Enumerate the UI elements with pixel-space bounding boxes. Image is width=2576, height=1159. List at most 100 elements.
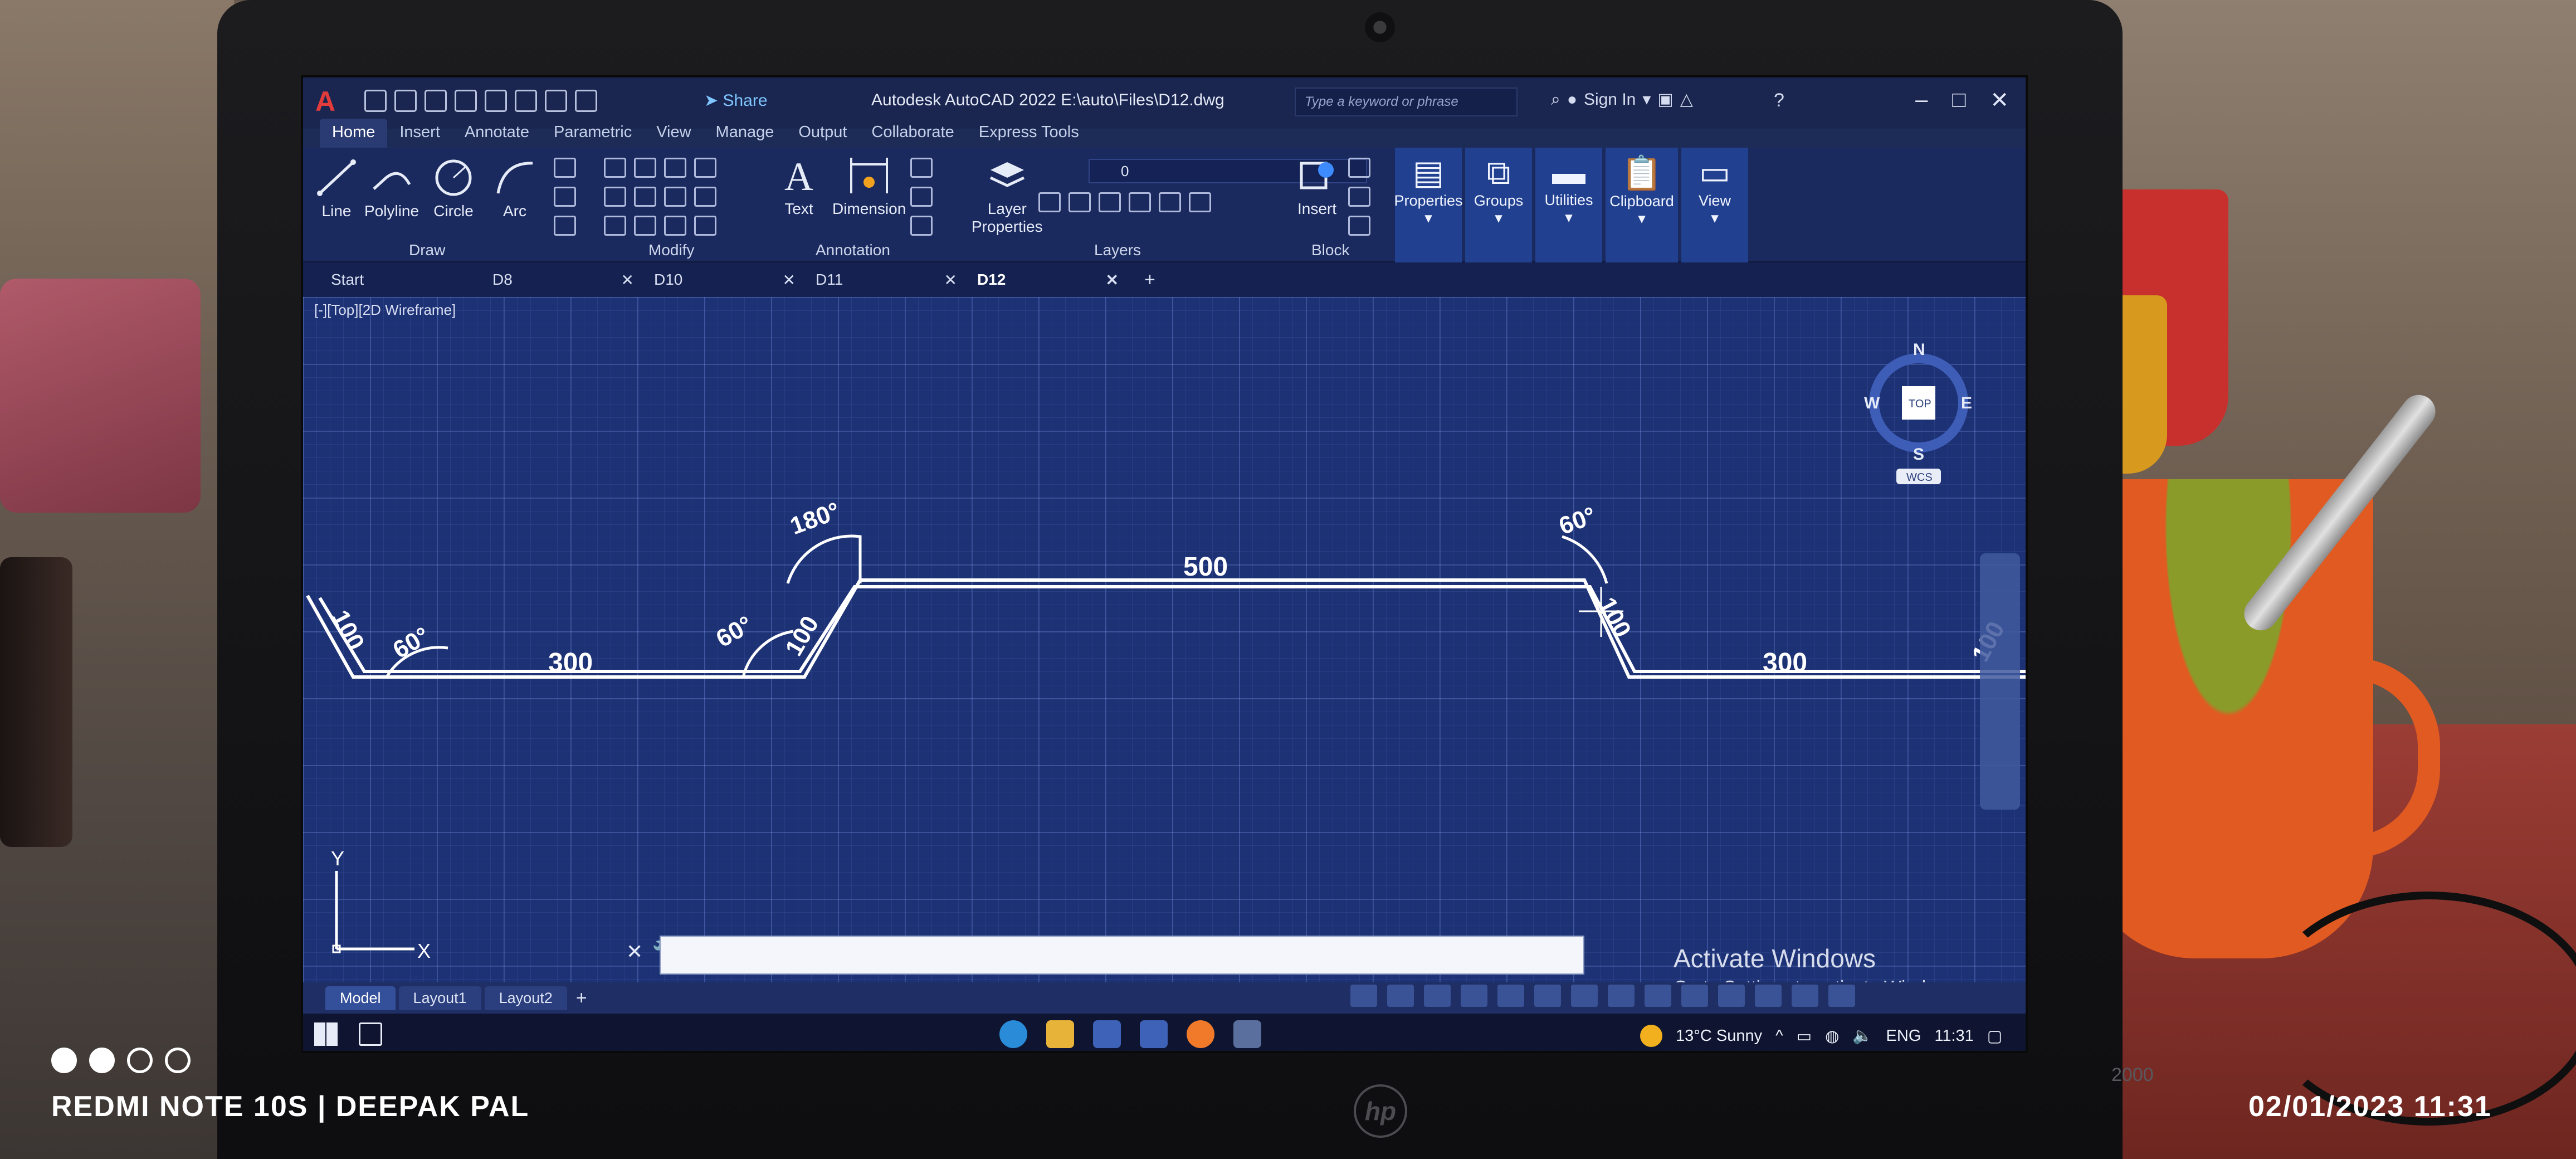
cart-icon[interactable]: ▣ <box>1657 90 1673 109</box>
grid-toggle-icon[interactable] <box>1387 985 1414 1007</box>
tab-home[interactable]: Home <box>320 119 388 148</box>
close-icon[interactable]: ✕ <box>626 940 643 963</box>
utilities-button[interactable]: ▬ Utilities ▾ <box>1535 148 1602 262</box>
modify-panel-label[interactable]: Modify <box>648 241 694 259</box>
firefox-icon[interactable] <box>1187 1020 1214 1048</box>
task-view-icon[interactable] <box>359 1022 382 1046</box>
store-icon[interactable] <box>1093 1020 1121 1048</box>
autocad-logo-icon[interactable]: A <box>315 85 350 120</box>
tab-insert[interactable]: Insert <box>387 119 452 148</box>
edge-icon[interactable] <box>999 1020 1027 1048</box>
viewcube-icon[interactable]: TOP N S W E WCS <box>1863 342 1974 486</box>
volume-icon[interactable]: 🔈 <box>1852 1026 1872 1045</box>
viewcube-south-label[interactable]: S <box>1913 445 1924 464</box>
help-icon[interactable]: ? <box>1774 90 1784 111</box>
edit-attributes-icon[interactable] <box>1348 216 1370 236</box>
osnap-toggle-icon[interactable] <box>1534 985 1561 1007</box>
block-panel-label[interactable]: Block <box>1311 241 1349 259</box>
tab-manage[interactable]: Manage <box>704 119 787 148</box>
dimension-button[interactable]: Dimension <box>832 153 906 218</box>
close-icon[interactable]: ✕ <box>783 271 796 289</box>
make-current-icon[interactable] <box>1159 192 1181 212</box>
layer-freeze-icon[interactable] <box>1099 192 1121 212</box>
tab-d11[interactable]: D11 ✕ <box>816 271 977 289</box>
sign-in-button[interactable]: ⌕ ● Sign In ▾ ▣ △ <box>1551 90 1693 109</box>
array-icon[interactable] <box>664 216 686 236</box>
navigation-bar[interactable] <box>1980 553 2020 810</box>
model-space-toggle[interactable] <box>1350 985 1377 1007</box>
groups-button[interactable]: ⧉ Groups ▾ <box>1465 148 1532 262</box>
close-icon[interactable]: ✕ <box>1106 271 1119 289</box>
open-icon[interactable] <box>394 90 417 112</box>
search-icon[interactable]: ⌕ <box>1551 90 1560 109</box>
tab-annotate[interactable]: Annotate <box>452 119 541 148</box>
new-icon[interactable] <box>364 90 387 112</box>
mirror-icon[interactable] <box>634 187 656 207</box>
erase-icon[interactable] <box>694 158 716 178</box>
undo-icon[interactable] <box>545 90 567 112</box>
chevron-down-icon[interactable]: ▾ <box>1642 90 1651 109</box>
clock[interactable]: 11:31 <box>1934 1027 1973 1045</box>
tab-start[interactable]: Start <box>331 271 492 289</box>
chevron-up-icon[interactable]: ^ <box>1775 1027 1783 1045</box>
autodesk-app-icon[interactable]: △ <box>1680 90 1693 109</box>
file-explorer-icon[interactable] <box>1046 1020 1074 1048</box>
notification-icon[interactable]: ▢ <box>1987 1026 2002 1046</box>
save-icon[interactable] <box>425 90 447 112</box>
drawing-canvas[interactable]: [-][Top][2D Wireframe] 100 60° 300 60° 1… <box>303 297 2026 997</box>
viewcube-west-label[interactable]: W <box>1864 394 1880 412</box>
add-layout-plus-icon[interactable]: + <box>576 987 587 1009</box>
offset-icon[interactable] <box>694 216 716 236</box>
layer-off-icon[interactable] <box>1038 192 1061 212</box>
close-icon[interactable]: ✕ <box>621 271 634 289</box>
weather-icon[interactable] <box>1640 1025 1662 1047</box>
copy-icon[interactable] <box>604 187 626 207</box>
multileader-icon[interactable] <box>910 187 933 207</box>
viewcube-east-label[interactable]: E <box>1961 394 1972 412</box>
workspace-gear-icon[interactable] <box>1645 985 1671 1007</box>
edit-block-icon[interactable] <box>1348 187 1370 207</box>
annotation-scale-icon[interactable] <box>1608 985 1635 1007</box>
weather-text[interactable]: 13°C Sunny <box>1676 1027 1762 1045</box>
clipboard-button[interactable]: 📋 Clipboard ▾ <box>1606 148 1678 262</box>
explode-icon[interactable] <box>694 187 716 207</box>
viewcube-north-label[interactable]: N <box>1913 342 1925 359</box>
plot-icon[interactable] <box>485 90 507 112</box>
arc-button[interactable]: Arc <box>492 155 537 220</box>
isolate-objects-icon[interactable] <box>1718 985 1745 1007</box>
tab-layout1[interactable]: Layout1 <box>398 986 481 1010</box>
region-icon[interactable] <box>554 216 576 236</box>
tab-d12[interactable]: D12 ✕ <box>977 271 1139 289</box>
viewcube-top-label[interactable]: TOP <box>1909 398 1931 410</box>
new-tab-plus-icon[interactable]: + <box>1144 269 1155 291</box>
redo-icon[interactable] <box>575 90 597 112</box>
tab-d10[interactable]: D10 ✕ <box>654 271 816 289</box>
tab-output[interactable]: Output <box>786 119 859 148</box>
snap-toggle-icon[interactable] <box>1424 985 1451 1007</box>
properties-button[interactable]: ▤ Properties ▾ <box>1394 148 1463 262</box>
language-indicator[interactable]: ENG <box>1886 1027 1921 1045</box>
command-line-input[interactable] <box>660 936 1584 975</box>
autocad-taskbar-icon[interactable] <box>1233 1020 1261 1048</box>
hatch-icon[interactable] <box>554 187 576 207</box>
view-button[interactable]: ▭ View ▾ <box>1681 148 1748 262</box>
save-as-icon[interactable] <box>455 90 477 112</box>
hardware-acceleration-icon[interactable] <box>1755 985 1782 1007</box>
polar-toggle-icon[interactable] <box>1497 985 1524 1007</box>
battery-icon[interactable]: ▭ <box>1797 1026 1812 1046</box>
plus-icon[interactable] <box>1681 985 1708 1007</box>
line-button[interactable]: Line <box>314 155 359 220</box>
table-icon[interactable] <box>910 216 933 236</box>
polyline-button[interactable]: Polyline <box>364 155 419 220</box>
customization-menu-icon[interactable] <box>1828 985 1855 1007</box>
fillet-icon[interactable] <box>664 187 686 207</box>
layer-isolate-icon[interactable] <box>1069 192 1091 212</box>
move-icon[interactable] <box>604 158 626 178</box>
stretch-icon[interactable] <box>604 216 626 236</box>
search-input[interactable]: Type a keyword or phrase <box>1295 87 1518 116</box>
layers-panel-label[interactable]: Layers <box>1094 241 1141 259</box>
ortho-toggle-icon[interactable] <box>1461 985 1487 1007</box>
layer-properties-button[interactable]: Layer Properties <box>972 153 1043 236</box>
text-button[interactable]: A Text <box>777 153 821 218</box>
wcs-label[interactable]: WCS <box>1906 471 1933 484</box>
